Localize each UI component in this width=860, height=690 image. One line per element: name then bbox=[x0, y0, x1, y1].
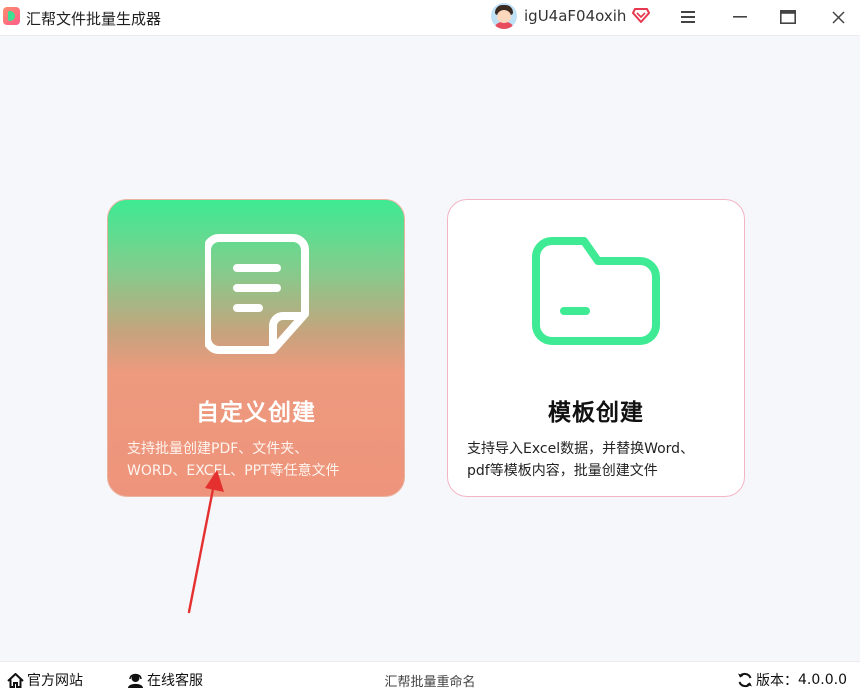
template-create-title: 模板创建 bbox=[548, 400, 644, 426]
template-create-description: 支持导入Excel数据，并替换Word、 pdf等模板内容，批量创建文件 bbox=[467, 438, 737, 482]
document-icon bbox=[205, 234, 309, 354]
app-logo-icon bbox=[3, 7, 20, 25]
custom-desc-line-2: WORD、EXCEL、PPT等任意文件 bbox=[127, 463, 340, 479]
custom-create-description: 支持批量创建PDF、文件夹、 WORD、EXCEL、PPT等任意文件 bbox=[127, 438, 397, 482]
vip-diamond-icon[interactable] bbox=[632, 6, 650, 24]
title-bar: 汇帮文件批量生成器 igU4aF04oxih bbox=[0, 0, 860, 36]
maximize-icon bbox=[780, 10, 796, 24]
version-label: 版本： bbox=[756, 673, 798, 689]
custom-create-card[interactable]: 自定义创建 支持批量创建PDF、文件夹、 WORD、EXCEL、PPT等任意文件 bbox=[107, 199, 405, 497]
username[interactable]: igU4aF04oxih bbox=[524, 7, 626, 25]
app-title: 汇帮文件批量生成器 bbox=[26, 10, 162, 28]
menu-icon bbox=[681, 11, 695, 23]
minimize-icon bbox=[733, 16, 747, 18]
menu-button[interactable] bbox=[676, 5, 700, 29]
folder-icon bbox=[532, 237, 660, 345]
status-bar: 官方网站 在线客服 汇帮批量重命名 版本： 4.0.0.0 bbox=[0, 661, 860, 690]
template-create-card[interactable]: 模板创建 支持导入Excel数据，并替换Word、 pdf等模板内容，批量创建文… bbox=[447, 199, 745, 497]
maximize-button[interactable] bbox=[776, 5, 800, 29]
close-icon bbox=[831, 10, 845, 24]
template-desc-line-1: 支持导入Excel数据，并替换Word、 bbox=[467, 441, 695, 457]
version-info[interactable]: 版本： 4.0.0.0 bbox=[737, 670, 847, 690]
version-number: 4.0.0.0 bbox=[798, 672, 847, 688]
annotation-arrow bbox=[187, 470, 224, 614]
user-avatar[interactable] bbox=[491, 3, 517, 29]
custom-desc-line-1: 支持批量创建PDF、文件夹、 bbox=[127, 441, 309, 457]
custom-create-title: 自定义创建 bbox=[196, 400, 316, 426]
close-button[interactable] bbox=[826, 5, 850, 29]
minimize-button[interactable] bbox=[728, 5, 752, 29]
footer-center-text: 汇帮批量重命名 bbox=[384, 675, 476, 690]
refresh-icon bbox=[738, 672, 752, 688]
template-desc-line-2: pdf等模板内容，批量创建文件 bbox=[467, 463, 658, 479]
